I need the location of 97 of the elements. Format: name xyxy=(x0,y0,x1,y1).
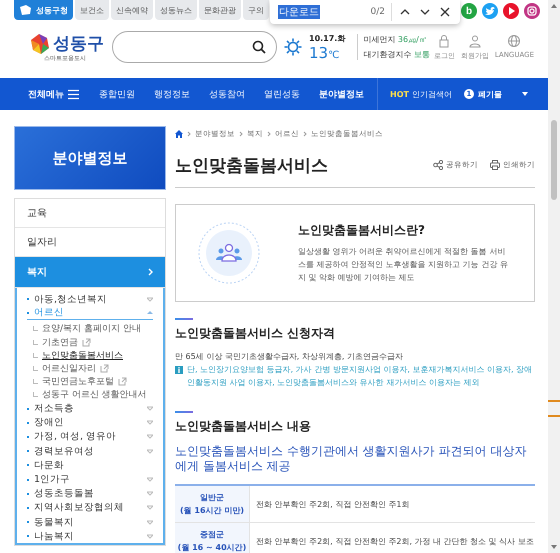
submenu-link[interactable]: 기초연금 xyxy=(33,336,91,349)
chevron-icon xyxy=(267,131,271,137)
eligibility-text: 만 65세 이상 국민기초생활수급자, 차상위계층, 기초연금수급자 xyxy=(175,351,404,363)
hot-tag: HOT xyxy=(390,90,409,98)
blog-link[interactable]: b xyxy=(461,3,477,19)
note-text: 단, 노인장기요양보험 등급자, 가사 간병 방문지원사업 이용자, 보훈재가복지서비스 이용자, 장애인활동지원 사업 이용자, 노인맞춤돌봄서비스와 유사한 재가서비스 이용자는 제외 xyxy=(187,364,534,389)
submenu-item[interactable]: 어르신 xyxy=(27,306,153,320)
nav-item[interactable]: 성동참여 xyxy=(209,88,245,100)
site-tab[interactable]: 구의 xyxy=(243,0,269,20)
close-icon[interactable] xyxy=(438,5,452,19)
camera-icon[interactable] xyxy=(524,3,540,19)
popular-searches-label: 인기검색어 xyxy=(412,88,452,100)
sidebar-item[interactable]: 복지 xyxy=(15,257,165,288)
submenu-item[interactable]: 나눔복지 xyxy=(27,529,153,544)
site-tab[interactable]: 보건소 xyxy=(75,0,109,20)
expand-icon xyxy=(147,296,153,302)
scroll-down-icon[interactable] xyxy=(551,545,557,550)
site-tab[interactable]: 신속예약 xyxy=(111,0,153,20)
sidebar-title: 분야별정보 xyxy=(14,126,166,190)
submenu-link[interactable]: 어르신일자리 xyxy=(33,362,109,376)
expand-icon xyxy=(147,491,153,496)
find-field[interactable]: 다운로드 xyxy=(278,5,320,19)
group-cell: 중점군 (월 16 ~ 40시간) xyxy=(175,522,250,553)
expand-icon xyxy=(147,434,153,440)
expand-icon xyxy=(147,520,153,525)
menu-icon xyxy=(68,88,79,100)
submenu-item[interactable]: 지역사회보장협의체 xyxy=(27,500,153,515)
person-icon xyxy=(468,34,482,48)
people-icon xyxy=(198,222,260,284)
submenu-item[interactable]: 동물복지 xyxy=(27,515,153,530)
lead-text: 노인맞춤돌봄서비스 수행기관에서 생활지원사가 파견되어 대상자에게 돌봄서비스 제공 xyxy=(175,444,528,474)
chevron-icon xyxy=(187,131,191,137)
chevron-icon xyxy=(303,131,307,137)
lock-icon xyxy=(437,34,452,48)
section-heading: 노인맞춤돌봄서비스 신청자격 xyxy=(175,325,336,342)
table-cell: 전화 안부확인 주2회, 직접 안전확인 주2회, 가정 내 간단한 청소 및 식사 보조 xyxy=(250,522,535,553)
intro-heading: 노인맞춤돌봄서비스란? xyxy=(298,222,426,239)
info-icon xyxy=(175,366,183,374)
logo-name[interactable]: 성동구 xyxy=(53,32,104,55)
heading-accent xyxy=(175,411,193,413)
caret-icon[interactable] xyxy=(522,92,528,96)
air-quality-text: 대기환경지수 보통 xyxy=(363,49,430,60)
expand-icon xyxy=(147,505,153,510)
air-quality-text: 미세먼지 36㎍/㎥ xyxy=(363,34,428,45)
nav-item[interactable]: 열린성동 xyxy=(264,88,300,100)
external-link-icon xyxy=(118,377,127,386)
temperature: 13℃ xyxy=(309,44,340,62)
weather-date: 10.17.화 xyxy=(309,32,346,44)
site-tab[interactable]: 문화관광 xyxy=(199,0,241,20)
nav-item[interactable]: 종합민원 xyxy=(99,88,135,100)
page-title: 노인맞춤돌봄서비스 xyxy=(175,154,328,176)
match-count: 0/2 xyxy=(370,3,392,21)
expand-icon xyxy=(147,420,153,426)
group-cell: 일반군 (월 16시간 미만) xyxy=(175,485,250,522)
chevron-icon xyxy=(148,268,153,276)
submenu-item[interactable]: 장애인 xyxy=(27,416,153,430)
submenu-item[interactable]: 저소득층 xyxy=(27,402,153,416)
share-icon xyxy=(433,160,443,170)
expand-icon xyxy=(147,406,153,412)
scrollbar[interactable] xyxy=(548,0,560,553)
search-icon[interactable] xyxy=(252,40,266,54)
globe-icon xyxy=(507,34,522,48)
sun-icon xyxy=(283,37,303,57)
external-link-icon xyxy=(100,364,109,374)
expand-icon xyxy=(147,534,153,539)
heading-accent xyxy=(175,318,193,320)
table-cell: 전화 안부확인 주2회, 직접 안전확인 주1회 xyxy=(250,485,535,522)
intro-text: 일상생활 영위가 어려운 취약어르신에게 적절한 돌봄 서비스를 제공하여 안정적인 노후생활을 지원하고 기능 건강 유지 및 악화 예방에 기여하는 제도 xyxy=(298,246,509,284)
submenu-link[interactable]: 요양/복지 홈페이지 안내 xyxy=(33,322,141,336)
chevron-icon xyxy=(239,131,243,137)
submenu-item[interactable]: 성동초등돌봄 xyxy=(27,486,153,501)
submenu-link[interactable]: 노인맞춤돌봄서비스 xyxy=(33,348,123,362)
submenu-link[interactable]: 성동구 어르신 생활안내서 xyxy=(33,388,147,402)
submenu-item[interactable]: 아동,청소년복지 xyxy=(27,292,153,306)
popular-keyword[interactable]: 폐기물 xyxy=(478,88,502,100)
all-menu-button[interactable]: 전체메뉴 xyxy=(28,88,79,100)
scroll-up-icon[interactable] xyxy=(551,3,557,8)
submenu-link[interactable]: 국민연금노후포털 xyxy=(33,375,127,388)
expand-icon xyxy=(147,477,153,482)
printer-icon xyxy=(490,160,500,170)
collapse-icon xyxy=(147,310,153,316)
play-icon[interactable] xyxy=(503,3,519,19)
site-tab[interactable]: 성동구청 xyxy=(14,0,73,20)
submenu-item[interactable]: 경력보유여성 xyxy=(27,444,153,458)
search-field[interactable] xyxy=(112,31,277,63)
home-icon[interactable] xyxy=(175,130,183,138)
external-link-icon xyxy=(82,338,91,347)
expand-icon xyxy=(147,448,153,454)
nav-item[interactable]: 행정정보 xyxy=(154,88,190,100)
submenu-item[interactable]: 다문화 xyxy=(27,458,153,472)
submenu-item[interactable]: 가정, 여성, 영유아 xyxy=(27,430,153,444)
section-heading: 노인맞춤돌봄서비스 내용 xyxy=(175,418,312,435)
logo-icon xyxy=(29,32,51,56)
bird-icon[interactable] xyxy=(482,3,498,19)
site-tab[interactable]: 성동뉴스 xyxy=(155,0,197,20)
submenu-item[interactable]: 1인가구 xyxy=(27,472,153,487)
nav-item[interactable]: 분야별정보 xyxy=(319,88,364,100)
